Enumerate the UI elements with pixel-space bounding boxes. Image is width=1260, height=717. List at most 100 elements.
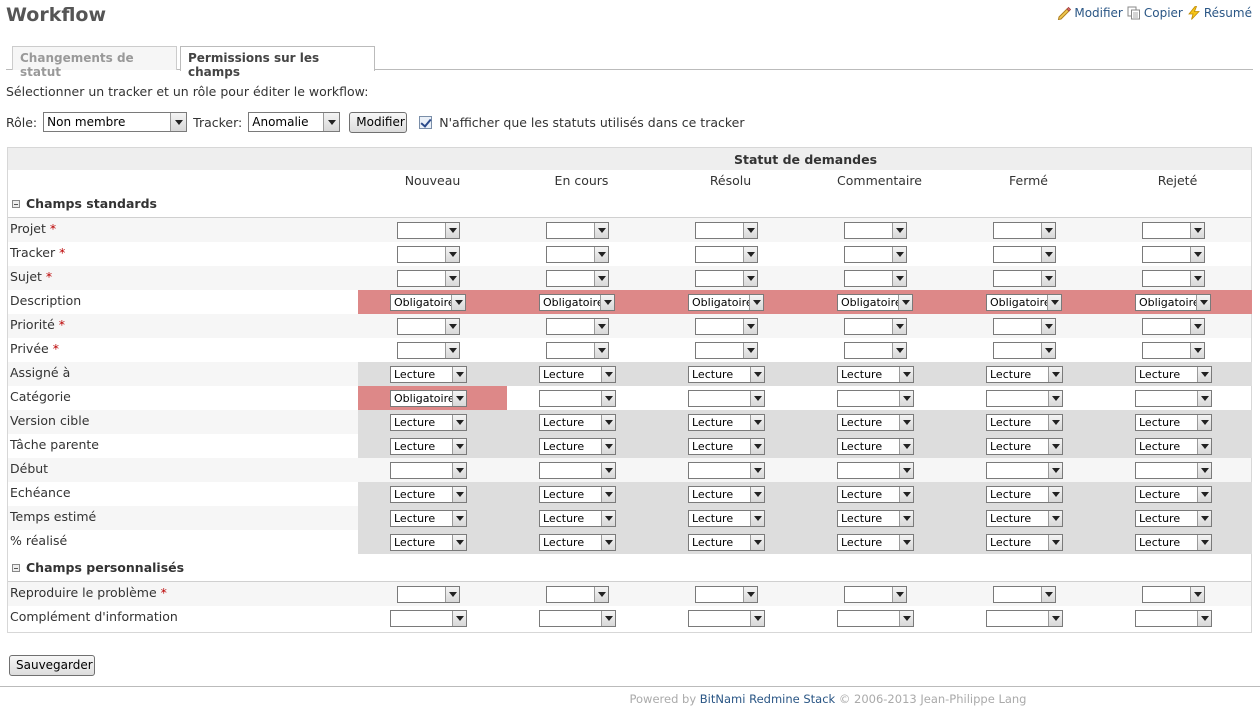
permission-select[interactable]: Obligatoire (837, 294, 913, 311)
permission-select[interactable] (695, 270, 758, 287)
permission-select[interactable]: Lecture (390, 414, 467, 431)
permission-select[interactable] (397, 270, 460, 287)
permission-select[interactable]: Lecture (688, 366, 765, 383)
save-button[interactable]: Sauvegarder (9, 655, 95, 676)
permission-select[interactable] (844, 222, 907, 239)
permission-select[interactable] (390, 610, 467, 627)
permission-select[interactable]: Lecture (390, 534, 467, 551)
permission-select[interactable]: Lecture (1135, 534, 1212, 551)
permission-select[interactable] (1142, 586, 1205, 603)
permission-select[interactable]: Lecture (539, 486, 616, 503)
permission-select[interactable]: Lecture (1135, 414, 1212, 431)
permission-select[interactable] (688, 610, 765, 627)
permission-select[interactable] (688, 390, 765, 407)
permission-select[interactable] (397, 586, 460, 603)
copy-link[interactable]: Copier (1127, 6, 1183, 20)
collapse-icon[interactable] (12, 563, 20, 572)
permission-select[interactable]: Lecture (1135, 366, 1212, 383)
permission-select[interactable] (1142, 222, 1205, 239)
permission-select[interactable] (1142, 270, 1205, 287)
permission-select[interactable] (1142, 342, 1205, 359)
permission-select[interactable] (993, 270, 1056, 287)
permission-select[interactable]: Lecture (986, 438, 1063, 455)
permission-select[interactable] (546, 246, 609, 263)
permission-select[interactable]: Lecture (390, 366, 467, 383)
collapse-icon[interactable] (12, 199, 20, 208)
permission-select[interactable]: Lecture (539, 438, 616, 455)
permission-select[interactable] (688, 462, 765, 479)
permission-select[interactable]: Lecture (986, 366, 1063, 383)
permission-select[interactable] (1135, 610, 1212, 627)
permission-select[interactable]: Lecture (837, 366, 914, 383)
footer-link[interactable]: BitNami Redmine Stack (700, 692, 835, 706)
permission-select[interactable] (397, 246, 460, 263)
permission-select[interactable] (695, 586, 758, 603)
permission-select[interactable]: Lecture (688, 486, 765, 503)
permission-select[interactable]: Lecture (390, 438, 467, 455)
permission-select[interactable] (993, 246, 1056, 263)
permission-select[interactable] (844, 270, 907, 287)
permission-select[interactable] (986, 462, 1063, 479)
permission-select[interactable]: Lecture (837, 486, 914, 503)
permission-select[interactable] (1135, 390, 1212, 407)
permission-select[interactable] (546, 342, 609, 359)
permission-select[interactable] (986, 610, 1063, 627)
permission-select[interactable]: Lecture (390, 486, 467, 503)
permission-select[interactable]: Lecture (837, 414, 914, 431)
permission-select[interactable] (1142, 318, 1205, 335)
permission-select[interactable]: Lecture (688, 414, 765, 431)
permission-select[interactable] (539, 462, 616, 479)
field-group-title[interactable]: Champs personnalisés (12, 560, 184, 575)
permission-select[interactable] (539, 390, 616, 407)
field-group-title[interactable]: Champs standards (12, 196, 157, 211)
permission-select[interactable] (844, 586, 907, 603)
permission-select[interactable]: Lecture (390, 510, 467, 527)
permission-select[interactable]: Lecture (539, 366, 616, 383)
used-statuses-only-checkbox[interactable] (419, 115, 433, 129)
permission-select[interactable] (397, 222, 460, 239)
permission-select[interactable]: Obligatoire (390, 390, 467, 407)
permission-select[interactable]: Lecture (986, 414, 1063, 431)
permission-select[interactable]: Lecture (837, 438, 914, 455)
tab-field-permissions[interactable]: Permissions sur les champs (180, 46, 375, 79)
permission-select[interactable]: Lecture (539, 534, 616, 551)
permission-select[interactable] (986, 390, 1063, 407)
tab-status-changes[interactable]: Changements de statut (12, 46, 177, 79)
permission-select[interactable]: Lecture (1135, 438, 1212, 455)
filter-submit-button[interactable]: Modifier (349, 111, 408, 133)
permission-select[interactable] (539, 610, 616, 627)
permission-select[interactable] (695, 318, 758, 335)
permission-select[interactable] (1142, 246, 1205, 263)
permission-select[interactable] (844, 342, 907, 359)
permission-select[interactable] (397, 342, 460, 359)
permission-select[interactable]: Obligatoire (1135, 294, 1211, 311)
permission-select[interactable] (993, 342, 1056, 359)
permission-select[interactable]: Lecture (539, 414, 616, 431)
permission-select[interactable] (546, 222, 609, 239)
permission-select[interactable] (695, 222, 758, 239)
permission-select[interactable] (546, 270, 609, 287)
permission-select[interactable]: Lecture (1135, 510, 1212, 527)
permission-select[interactable]: Lecture (837, 510, 914, 527)
permission-select[interactable]: Obligatoire (688, 294, 764, 311)
permission-select[interactable] (546, 586, 609, 603)
permission-select[interactable] (837, 610, 914, 627)
permission-select[interactable] (695, 342, 758, 359)
permission-select[interactable]: Lecture (688, 438, 765, 455)
permission-select[interactable] (546, 318, 609, 335)
permission-select[interactable]: Lecture (986, 510, 1063, 527)
edit-link[interactable]: Modifier (1057, 6, 1123, 20)
permission-select[interactable] (993, 318, 1056, 335)
permission-select[interactable] (390, 462, 467, 479)
permission-select[interactable] (397, 318, 460, 335)
permission-select[interactable] (837, 390, 914, 407)
permission-select[interactable]: Obligatoire (390, 294, 466, 311)
permission-select[interactable] (844, 246, 907, 263)
permission-select[interactable]: Lecture (539, 510, 616, 527)
permission-select[interactable] (695, 246, 758, 263)
permission-select[interactable]: Obligatoire (986, 294, 1062, 311)
permission-select[interactable]: Lecture (986, 486, 1063, 503)
role-select[interactable]: Non membre (43, 112, 188, 132)
permission-select[interactable] (844, 318, 907, 335)
summary-link[interactable]: Résumé (1187, 6, 1252, 20)
